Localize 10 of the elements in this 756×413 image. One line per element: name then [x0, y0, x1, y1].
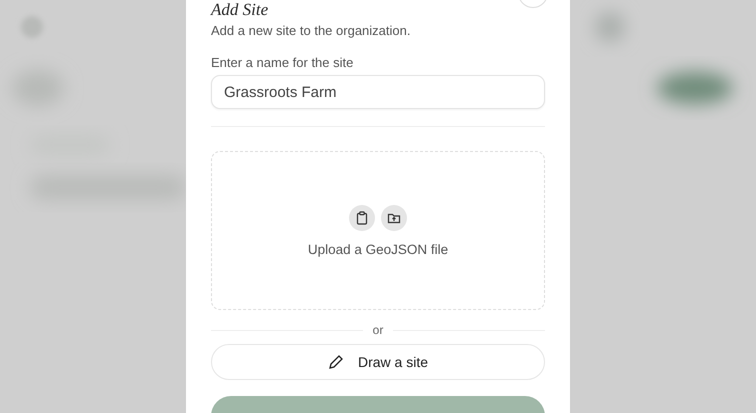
upload-dropzone[interactable]: Upload a GeoJSON file: [211, 151, 545, 310]
name-field[interactable]: Grassroots Farm: [211, 75, 545, 109]
draw-site-button[interactable]: Draw a site: [211, 344, 545, 380]
pencil-icon: [328, 354, 344, 370]
clipboard-icon[interactable]: [355, 210, 369, 224]
dialog-title: Add Site: [211, 0, 268, 19]
field-label: Enter a name for the site: [211, 55, 354, 70]
dialog-subtitle: Add a new site to the organization.: [211, 23, 410, 38]
separator-text: or: [372, 323, 384, 337]
upload-label: Upload a GeoJSON file: [308, 242, 448, 256]
